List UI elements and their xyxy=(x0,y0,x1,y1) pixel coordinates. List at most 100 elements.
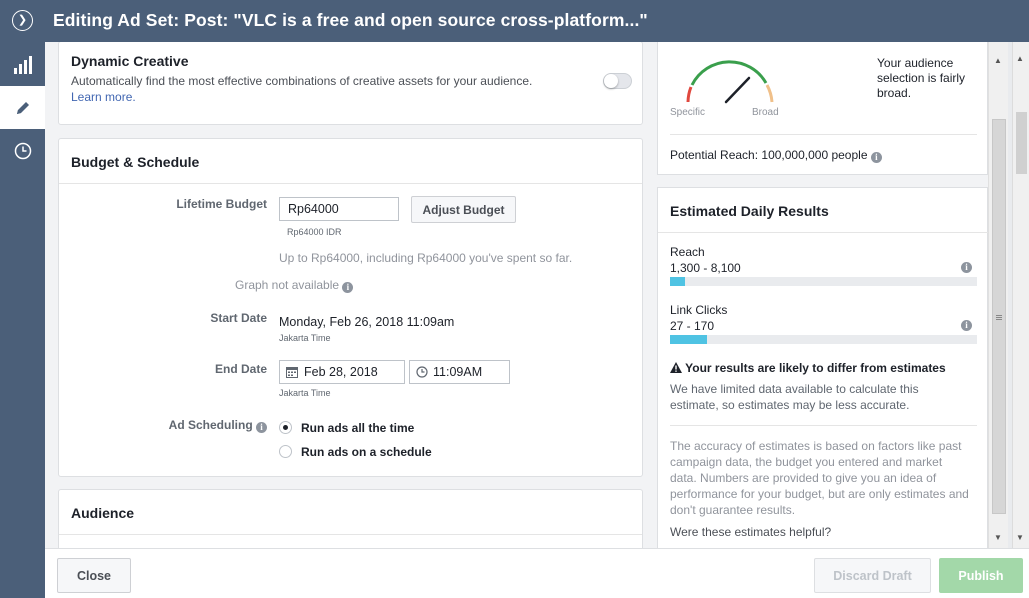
info-icon[interactable]: i xyxy=(256,422,267,433)
collapse-toggle-icon[interactable]: ❯ xyxy=(12,10,33,31)
link-clicks-bar-fill xyxy=(670,335,707,344)
gauge-specific-label: Specific xyxy=(670,107,706,118)
ad-scheduling-text: Ad Scheduling xyxy=(168,418,253,432)
run-all-time-label[interactable]: Run ads all the time xyxy=(301,421,414,435)
audience-definition-card: Specific Broad Your audience selection i… xyxy=(657,42,988,175)
publish-button[interactable]: Publish xyxy=(939,558,1023,593)
discard-draft-button[interactable]: Discard Draft xyxy=(814,558,931,593)
estimate-warning: Your results are likely to differ from e… xyxy=(670,361,946,375)
divider xyxy=(59,183,642,184)
link-clicks-range: 27 - 170 xyxy=(670,319,715,333)
info-icon[interactable]: i xyxy=(342,282,354,293)
rail-edit-button[interactable] xyxy=(0,86,45,129)
scroll-up-icon[interactable]: ▲ xyxy=(1016,54,1024,63)
ad-scheduling-label: Ad Scheduling i xyxy=(97,418,267,433)
reach-label: Reach xyxy=(670,245,705,259)
info-icon[interactable]: i xyxy=(961,320,972,331)
scroll-down-icon[interactable]: ▼ xyxy=(1016,533,1024,542)
close-button[interactable]: Close xyxy=(57,558,131,593)
divider xyxy=(670,425,977,426)
graph-note-text: Graph not available xyxy=(235,278,340,292)
dynamic-creative-toggle[interactable] xyxy=(603,73,632,89)
warning-line: estimate, so estimates may be less accur… xyxy=(670,398,910,412)
link-clicks-label: Link Clicks xyxy=(670,303,728,317)
spend-note: Up to Rp64000, including Rp64000 you've … xyxy=(279,251,573,265)
budget-schedule-heading: Budget & Schedule xyxy=(71,154,200,170)
end-timezone: Jakarta Time xyxy=(279,388,331,398)
scroll-down-icon[interactable]: ▼ xyxy=(994,533,1002,542)
start-date-label: Start Date xyxy=(210,311,267,325)
divider xyxy=(658,232,989,233)
accuracy-note: The accuracy of estimates is based on fa… xyxy=(670,438,969,518)
audience-summary-line: Your audience xyxy=(877,56,954,70)
reach-bar xyxy=(670,277,977,286)
start-timezone: Jakarta Time xyxy=(279,333,331,343)
scroll-up-icon[interactable]: ▲ xyxy=(994,56,1002,65)
divider xyxy=(670,134,977,135)
lifetime-budget-input[interactable]: Rp64000 xyxy=(279,197,399,221)
window-title: Editing Ad Set: Post: "VLC is a free and… xyxy=(53,10,648,30)
run-on-schedule-label[interactable]: Run ads on a schedule xyxy=(301,445,432,459)
editor-pane: Dynamic Creative Automatically find the … xyxy=(45,42,654,548)
footer-bar: Close Discard Draft Publish xyxy=(45,548,1029,598)
rail-history-button[interactable] xyxy=(0,129,45,172)
end-date-input[interactable]: Feb 28, 2018 xyxy=(279,360,405,384)
accuracy-line: campaign data, the budget you entered an… xyxy=(670,455,943,469)
audience-summary-line: broad. xyxy=(877,86,912,100)
audience-gauge xyxy=(686,60,774,104)
budget-schedule-card: Budget & Schedule Lifetime Budget Rp6400… xyxy=(58,138,643,477)
potential-reach: Potential Reach: 100,000,000 people i xyxy=(670,148,882,163)
graph-note: Graph not available i xyxy=(235,278,354,293)
info-icon[interactable]: i xyxy=(870,152,882,163)
warning-icon xyxy=(670,362,682,373)
rail-stats-button[interactable] xyxy=(0,43,45,86)
dynamic-creative-description: Automatically find the most effective co… xyxy=(71,74,533,88)
end-date-label: End Date xyxy=(214,362,267,376)
accuracy-line: performance for your budget, but are onl… xyxy=(670,487,969,501)
grip-icon xyxy=(996,315,1002,316)
clock-icon xyxy=(14,142,31,159)
radio-run-all-time[interactable] xyxy=(279,421,292,434)
sidebar-scrollbar[interactable]: ▲ ▼ xyxy=(988,42,1008,548)
end-time-text: 11:09AM xyxy=(433,365,483,379)
audience-summary-line: selection is fairly xyxy=(877,71,966,85)
warning-body: We have limited data available to calcul… xyxy=(670,381,919,413)
potential-reach-text: Potential Reach: 100,000,000 people xyxy=(670,148,868,162)
audience-card: Audience xyxy=(58,489,643,548)
lifetime-budget-currency: Rp64000 IDR xyxy=(287,227,342,237)
page-scroll-thumb[interactable] xyxy=(1016,112,1027,174)
info-icon[interactable]: i xyxy=(961,262,972,273)
warning-line: We have limited data available to calcul… xyxy=(670,382,919,396)
radio-run-on-schedule[interactable] xyxy=(279,445,292,458)
learn-more-link[interactable]: Learn more. xyxy=(71,90,136,104)
calendar-icon xyxy=(286,367,298,378)
title-bar: ❯ Editing Ad Set: Post: "VLC is a free a… xyxy=(0,0,1029,42)
adjust-budget-button[interactable]: Adjust Budget xyxy=(411,196,516,223)
end-time-input[interactable]: 11:09AM xyxy=(409,360,510,384)
pencil-icon xyxy=(16,101,29,114)
audience-summary: Your audience selection is fairly broad. xyxy=(877,56,965,101)
link-clicks-bar xyxy=(670,335,977,344)
clock-icon xyxy=(416,366,428,378)
left-rail xyxy=(0,42,45,598)
start-date-value: Monday, Feb 26, 2018 11:09am xyxy=(279,315,455,329)
estimated-results-heading: Estimated Daily Results xyxy=(670,203,829,219)
gauge-needle xyxy=(724,76,751,104)
warning-title: Your results are likely to differ from e… xyxy=(685,361,946,375)
audience-heading: Audience xyxy=(71,505,135,521)
accuracy-line: data. Numbers are provided to give you a… xyxy=(670,471,937,485)
dynamic-creative-card: Dynamic Creative Automatically find the … xyxy=(58,42,643,125)
divider xyxy=(59,534,642,535)
accuracy-line: The accuracy of estimates is based on fa… xyxy=(670,439,962,453)
dynamic-creative-heading: Dynamic Creative xyxy=(71,53,189,69)
end-date-text: Feb 28, 2018 xyxy=(304,365,378,379)
reach-bar-fill xyxy=(670,277,686,286)
page-scrollbar[interactable]: ▲ ▼ xyxy=(1012,42,1029,548)
sidebar-scroll-thumb[interactable] xyxy=(992,119,1006,514)
estimates-helpful-link[interactable]: Were these estimates helpful? xyxy=(670,525,831,539)
estimated-results-card: Estimated Daily Results Reach 1,300 - 8,… xyxy=(657,187,989,548)
accuracy-line: don't guarantee results. xyxy=(670,503,796,517)
sidebar-pane: Specific Broad Your audience selection i… xyxy=(654,42,1008,548)
reach-range: 1,300 - 8,100 xyxy=(670,261,741,275)
bar-chart-icon xyxy=(13,55,32,74)
